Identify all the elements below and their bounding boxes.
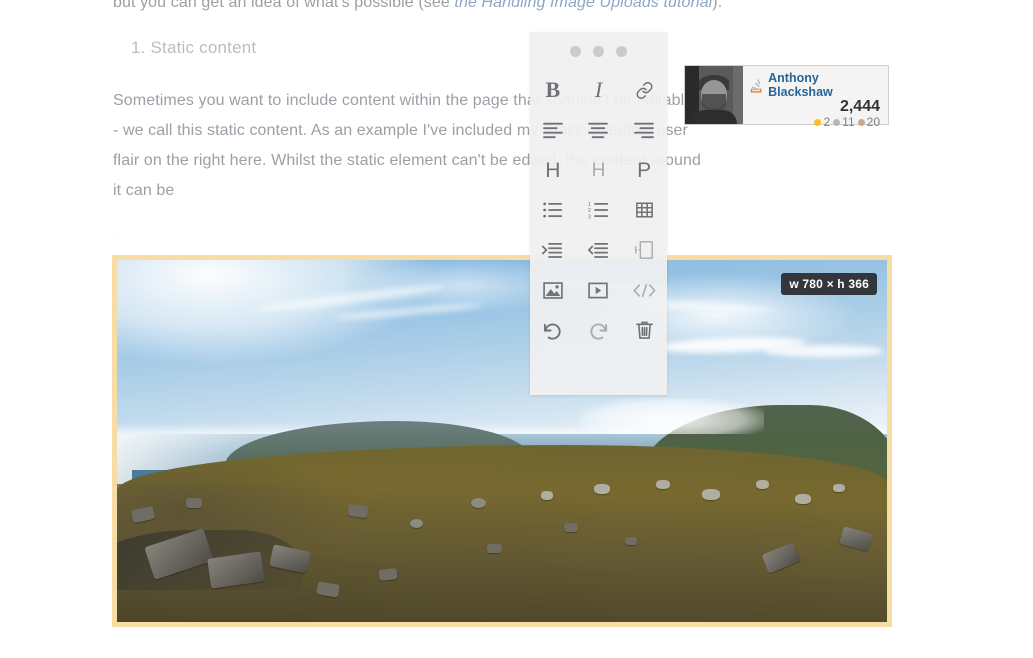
video-icon [588,282,609,298]
drag-dot-icon [570,45,581,57]
undo-button[interactable] [530,310,576,350]
flair-name-row: Anthony Blackshaw [749,71,880,99]
italic-icon: I [594,77,603,102]
silver-badge-icon [833,118,841,126]
flair-username[interactable]: Anthony Blackshaw [768,71,880,99]
flair-details: Anthony Blackshaw 2,444 2 11 20 [743,66,888,129]
bronze-badge-count: 20 [866,115,880,129]
image-icon [543,281,563,299]
flair-reputation: 2,444 [839,98,880,115]
photo-hillside [117,444,887,622]
editor-page: but you can get an idea of what's possib… [0,0,1033,658]
numbered-list-button[interactable]: 1 2 3 [576,190,622,230]
heading-1-button[interactable]: H [530,150,576,190]
align-right-button[interactable] [621,110,667,150]
svg-text:2: 2 [588,208,591,214]
table-button[interactable] [621,190,667,230]
trash-icon [635,321,653,339]
code-icon [633,283,656,297]
silver-badge-count: 11 [842,115,855,129]
floating-editor-toolbar[interactable]: B I H H P 1 2 3 [530,32,667,395]
numbered-list-icon: 1 2 3 [588,202,609,219]
selected-image-frame[interactable]: w 780 × h 366 [112,255,892,627]
silver-badge-group: 11 [833,115,855,129]
italic-button[interactable]: I [576,70,622,110]
page-break-button[interactable] [621,230,667,270]
bold-icon: B [545,77,561,102]
image-size-badge: w 780 × h 366 [781,273,877,295]
heading-1-icon: H [545,158,561,182]
heading-2-button[interactable]: H [576,150,622,190]
lead-text-prefix: but you can get an idea of what's possib… [113,0,455,11]
insert-video-button[interactable] [576,270,622,310]
source-code-button[interactable] [621,270,667,310]
landscape-photo[interactable]: w 780 × h 366 [117,260,887,622]
align-center-icon [588,122,609,139]
svg-text:1: 1 [588,202,591,208]
gold-badge-icon [814,118,822,126]
drag-dot-icon [616,45,627,57]
avatar [685,66,743,124]
undo-icon [544,322,561,340]
indent-button[interactable] [530,230,576,270]
link-icon [636,81,653,99]
bronze-badge-group: 20 [857,115,880,129]
handling-image-uploads-link[interactable]: the Handling Image Uploads tutorial [454,0,712,11]
align-right-icon [634,122,655,139]
flair-badges: 2 11 20 [814,115,880,129]
stack-overflow-icon [750,78,762,93]
paragraph-button[interactable]: P [621,150,667,190]
align-center-button[interactable] [576,110,622,150]
indent-icon [542,243,563,258]
delete-button[interactable] [621,310,667,350]
heading-2-icon: H [591,159,606,181]
bold-button[interactable]: B [530,70,576,110]
table-icon [635,202,653,218]
bullet-list-icon [543,202,563,218]
svg-text:3: 3 [588,214,591,219]
align-left-button[interactable] [530,110,576,150]
photo-cloud-over-headland [579,397,764,434]
paragraph-icon: P [637,158,652,182]
redo-button[interactable] [576,310,622,350]
lead-paragraph: but you can get an idea of what's possib… [113,0,722,16]
gold-badge-group: 2 [814,115,830,129]
outdent-button[interactable] [576,230,622,270]
bullet-list-button[interactable] [530,190,576,230]
bronze-badge-icon [857,118,865,126]
trailing-dot: . [113,223,117,239]
page-break-icon [635,241,654,259]
link-button[interactable] [621,70,667,110]
drag-dot-icon [593,45,604,57]
align-left-icon [542,122,563,139]
outdent-icon [587,243,609,258]
toolbar-drag-handle[interactable] [530,32,667,70]
toolbar-button-grid: B I H H P 1 2 3 [530,70,667,350]
stack-overflow-flair[interactable]: Anthony Blackshaw 2,444 2 11 20 [684,65,889,129]
lead-text-suffix: ). [712,0,723,11]
insert-image-button[interactable] [530,270,576,310]
redo-icon [590,322,608,340]
gold-badge-count: 2 [823,115,831,129]
